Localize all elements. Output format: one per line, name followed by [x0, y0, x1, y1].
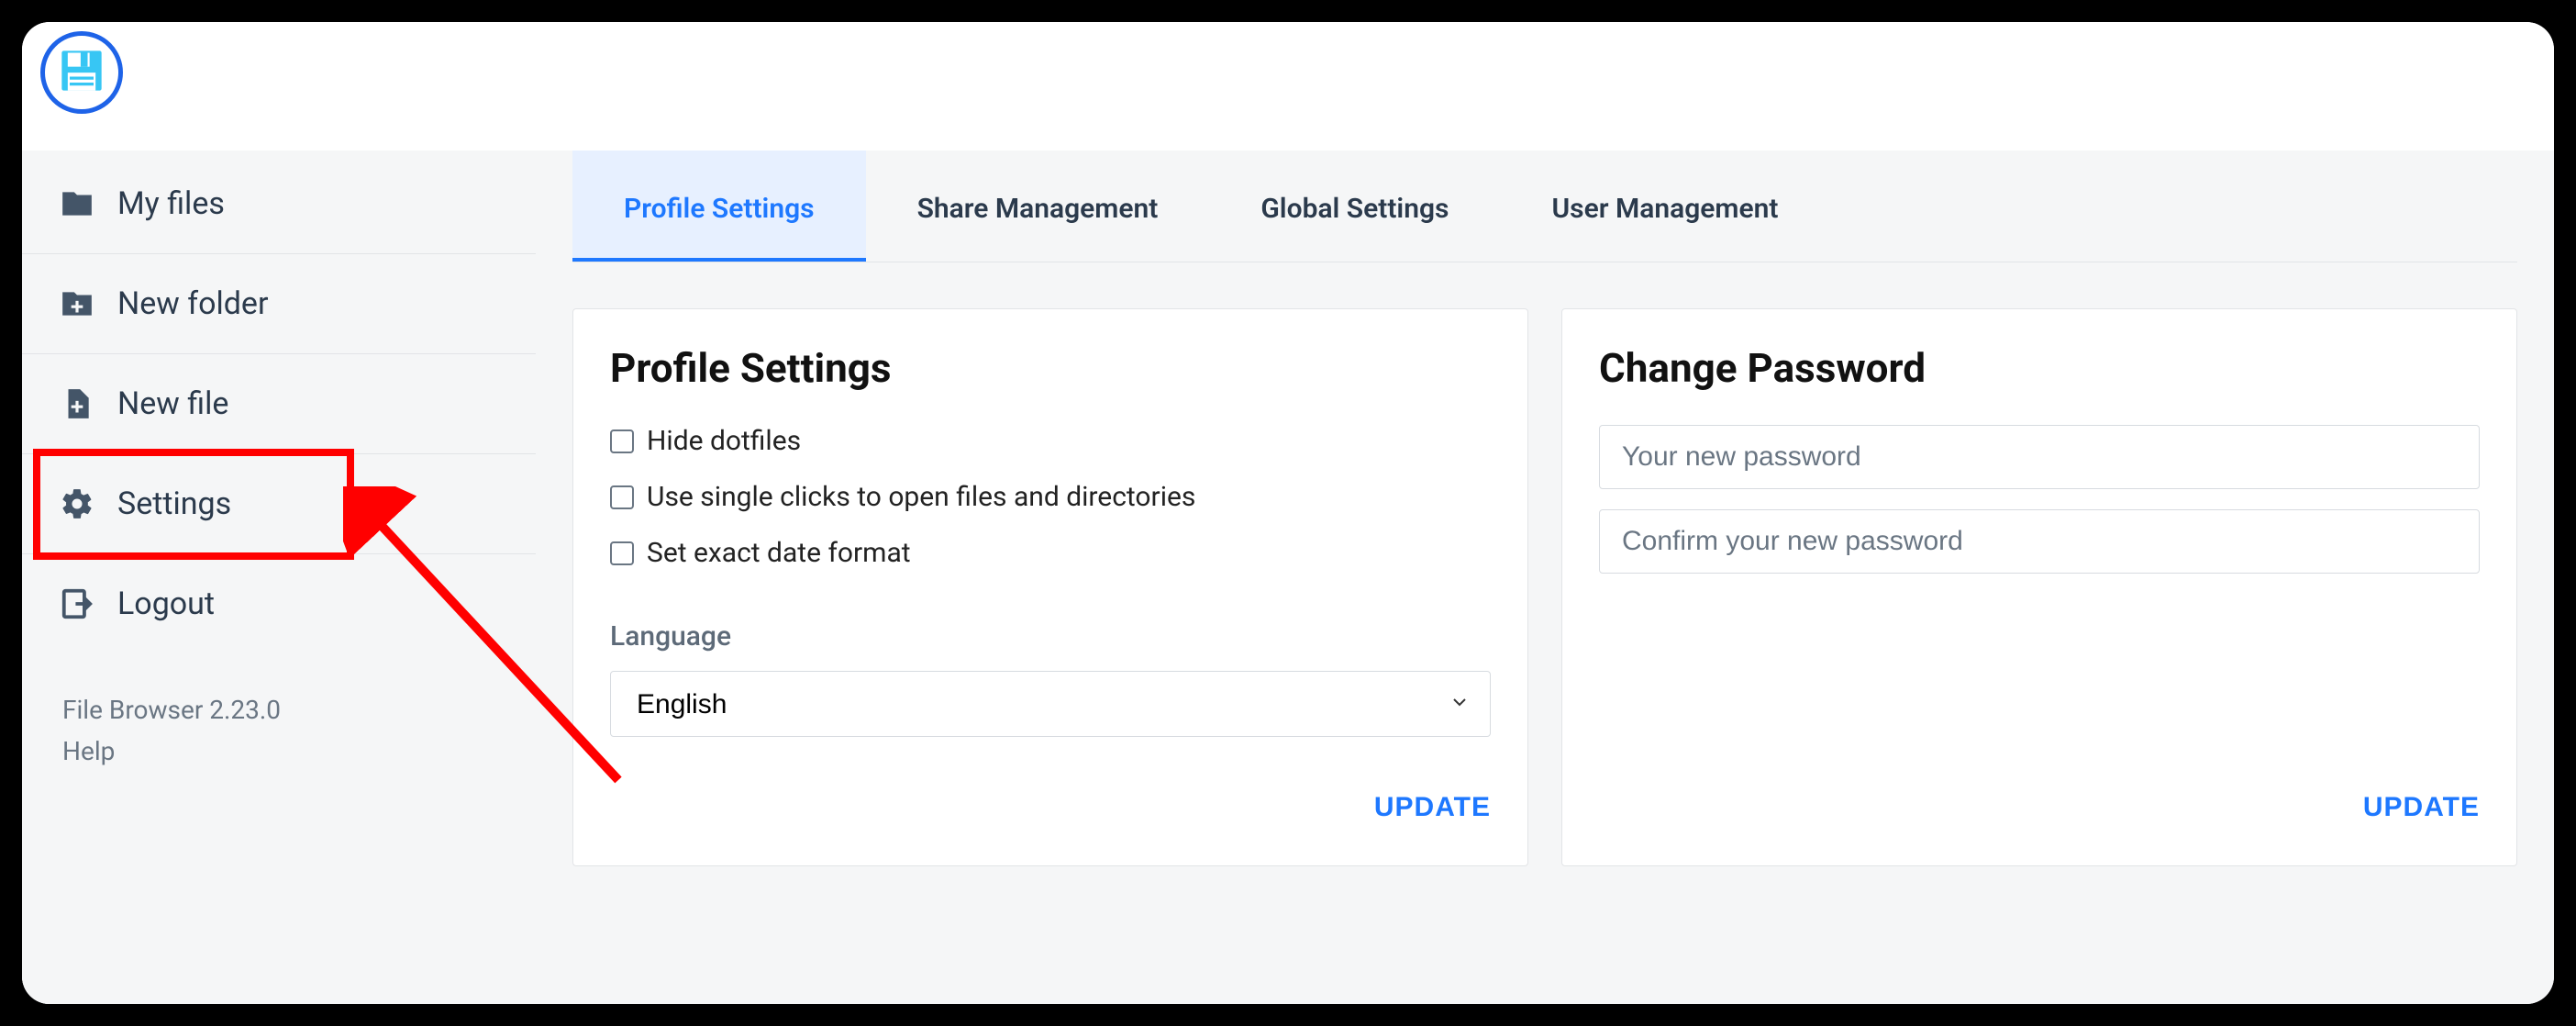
new-password-input[interactable]: [1599, 425, 2480, 489]
change-password-card: Change Password UPDATE: [1561, 308, 2517, 866]
check-label: Hide dotfiles: [647, 425, 801, 457]
file-plus-icon: [59, 385, 95, 422]
app-header: [22, 22, 2554, 151]
sidebar-item-settings[interactable]: Settings: [22, 454, 536, 554]
app-logo: [40, 31, 123, 114]
folder-icon: [59, 185, 95, 222]
card-title: Change Password: [1599, 344, 2480, 392]
sidebar: My files New folder New file: [22, 151, 536, 1004]
check-exact-date[interactable]: [610, 541, 634, 565]
floppy-disk-icon: [58, 47, 105, 98]
sidebar-footer: File Browser 2.23.0 Help: [22, 653, 536, 809]
help-link[interactable]: Help: [62, 731, 495, 773]
profile-settings-card: Profile Settings Hide dotfiles Use singl…: [572, 308, 1528, 866]
tab-profile-settings[interactable]: Profile Settings: [572, 151, 866, 262]
sidebar-item-label: My files: [117, 185, 225, 222]
profile-update-button[interactable]: UPDATE: [1374, 792, 1491, 823]
language-label: Language: [610, 620, 1491, 652]
tab-user-management[interactable]: User Management: [1500, 151, 1829, 262]
logout-icon: [59, 585, 95, 622]
sidebar-item-new-file[interactable]: New file: [22, 354, 536, 454]
card-title: Profile Settings: [610, 344, 1491, 392]
check-single-click[interactable]: [610, 485, 634, 509]
tab-share-management[interactable]: Share Management: [866, 151, 1210, 262]
check-label: Use single clicks to open files and dire…: [647, 481, 1195, 513]
sidebar-item-label: New file: [117, 385, 228, 422]
check-exact-date-row[interactable]: Set exact date format: [610, 537, 1491, 569]
sidebar-item-label: New folder: [117, 285, 268, 322]
main-content: Profile Settings Share Management Global…: [536, 151, 2554, 1004]
confirm-password-input[interactable]: [1599, 509, 2480, 574]
settings-tabs: Profile Settings Share Management Global…: [572, 151, 2517, 262]
check-hide-dotfiles[interactable]: [610, 429, 634, 453]
gear-icon: [59, 485, 95, 522]
check-single-click-row[interactable]: Use single clicks to open files and dire…: [610, 481, 1491, 513]
sidebar-item-logout[interactable]: Logout: [22, 554, 536, 653]
sidebar-item-new-folder[interactable]: New folder: [22, 254, 536, 354]
sidebar-item-my-files[interactable]: My files: [22, 154, 536, 254]
tab-global-settings[interactable]: Global Settings: [1209, 151, 1500, 262]
app-version: File Browser 2.23.0: [62, 690, 495, 731]
password-update-button[interactable]: UPDATE: [2363, 792, 2480, 823]
check-label: Set exact date format: [647, 537, 911, 569]
sidebar-item-label: Settings: [117, 485, 231, 522]
language-select[interactable]: English: [610, 671, 1491, 737]
check-hide-dotfiles-row[interactable]: Hide dotfiles: [610, 425, 1491, 457]
folder-plus-icon: [59, 285, 95, 322]
sidebar-item-label: Logout: [117, 585, 215, 622]
